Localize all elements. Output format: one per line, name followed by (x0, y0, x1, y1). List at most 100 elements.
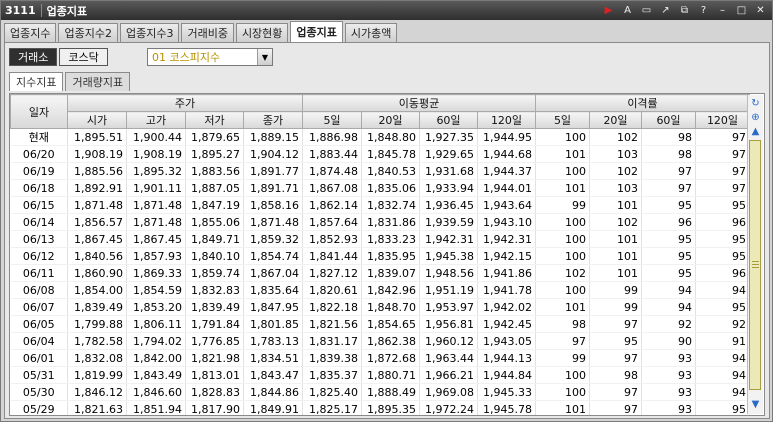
scroll-down-icon[interactable]: ▼ (749, 398, 762, 411)
table-row[interactable]: 06/08 1,854.00 1,854.59 1,832.83 1,835.64 1,8… (10, 281, 750, 299)
tab-sector-indicator[interactable]: 업종지표 (290, 21, 343, 42)
tab-volume-indicator[interactable]: 거래량지표 (65, 72, 131, 91)
value-cell: 90 (641, 332, 696, 350)
maximize-icon[interactable]: □ (734, 3, 749, 18)
value-cell: 1,832.83 (185, 281, 244, 299)
value-cell: 1,929.65 (419, 145, 478, 163)
value-cell: 92 (641, 315, 696, 333)
value-cell: 100 (535, 230, 590, 248)
value-cell: 1,948.56 (419, 264, 478, 282)
table-row[interactable]: 06/11 1,860.90 1,869.33 1,859.74 1,867.04 1,8… (10, 264, 750, 282)
col-close-header[interactable]: 종가 (243, 111, 303, 129)
table-row[interactable]: 06/14 1,856.57 1,871.48 1,855.06 1,871.48 1,8… (10, 213, 750, 231)
value-cell: 1,851.94 (126, 400, 186, 415)
table-row[interactable]: 06/12 1,840.56 1,857.93 1,840.10 1,854.74 1,8… (10, 247, 750, 265)
value-cell: 100 (535, 281, 590, 299)
date-cell: 06/07 (10, 298, 68, 316)
col-low-header[interactable]: 저가 (185, 111, 244, 129)
table-row[interactable]: 05/30 1,846.12 1,846.60 1,828.83 1,844.86 1,8… (10, 383, 750, 401)
table-row[interactable]: 06/15 1,871.48 1,871.48 1,847.19 1,858.16 1,8… (10, 196, 750, 214)
value-cell: 1,860.90 (67, 264, 127, 282)
value-cell: 97 (641, 162, 696, 180)
table-row[interactable]: 현재 1,895.51 1,900.44 1,879.65 1,889.15 1,886.… (10, 128, 750, 146)
col-high-header[interactable]: 고가 (126, 111, 186, 129)
chevron-down-icon[interactable]: ▼ (257, 49, 272, 65)
value-cell: 1,859.74 (185, 264, 244, 282)
font-icon[interactable]: A (620, 3, 635, 18)
tab-market-cap[interactable]: 시가총액 (344, 23, 398, 42)
indicator-table: 일자 주가 이동평균 이격률 시가 고가 저가 종가 5일 20일 60일 12… (10, 94, 750, 415)
value-cell: 99 (589, 298, 642, 316)
tab-sector-index-3[interactable]: 업종지수3 (119, 23, 180, 42)
value-cell: 1,895.51 (67, 128, 127, 146)
col-ma60-header[interactable]: 60일 (419, 111, 478, 129)
tab-sector-index-2[interactable]: 업종지수2 (58, 23, 118, 42)
value-cell: 1,799.88 (67, 315, 127, 333)
col-ma20-header[interactable]: 20일 (361, 111, 420, 129)
value-cell: 1,944.95 (477, 128, 536, 146)
value-cell: 101 (589, 264, 642, 282)
zoom-icon[interactable]: ⊕ (749, 111, 762, 124)
table-row[interactable]: 06/04 1,782.58 1,794.02 1,776.85 1,783.13 1,8… (10, 332, 750, 350)
tab-index-indicator[interactable]: 지수지표 (9, 72, 64, 91)
value-cell: 1,966.21 (419, 366, 478, 384)
memo-icon[interactable]: ▭ (639, 3, 654, 18)
value-cell: 95 (695, 400, 750, 415)
value-cell: 1,960.12 (419, 332, 478, 350)
table-row[interactable]: 06/20 1,908.19 1,908.19 1,895.27 1,904.12 1,8… (10, 145, 750, 163)
scrollbar-thumb[interactable] (749, 140, 761, 390)
table-row[interactable]: 06/05 1,799.88 1,806.11 1,791.84 1,801.85 1,8… (10, 315, 750, 333)
col-div20-header[interactable]: 20일 (589, 111, 642, 129)
tab-market-status[interactable]: 시장현황 (235, 23, 289, 42)
minimize-icon[interactable]: – (715, 3, 730, 18)
value-cell: 1,859.32 (243, 230, 303, 248)
tab-trade-share[interactable]: 거래비중 (181, 23, 234, 42)
table-row[interactable]: 06/01 1,832.08 1,842.00 1,821.98 1,834.51 1,8… (10, 349, 750, 367)
col-open-header[interactable]: 시가 (67, 111, 127, 129)
col-div120-header[interactable]: 120일 (695, 111, 750, 129)
date-header[interactable]: 일자 (10, 94, 68, 129)
value-cell: 1,821.63 (67, 400, 127, 415)
link-icon[interactable]: ↗ (658, 3, 673, 18)
value-cell: 1,835.95 (361, 247, 420, 265)
value-cell: 1,831.17 (302, 332, 362, 350)
table-row[interactable]: 06/19 1,885.56 1,895.32 1,883.56 1,891.77 1,8… (10, 162, 750, 180)
main-tab-bar: 업종지수 업종지수2 업종지수3 거래비중 시장현황 업종지표 시가총액 (4, 21, 399, 42)
value-cell: 92 (695, 315, 750, 333)
col-ma5-header[interactable]: 5일 (302, 111, 362, 129)
market-kospi-button[interactable]: 거래소 (9, 48, 58, 66)
table-row[interactable]: 05/31 1,819.99 1,843.49 1,813.01 1,843.47 1,8… (10, 366, 750, 384)
col-div60-header[interactable]: 60일 (641, 111, 696, 129)
play-icon[interactable]: ▶ (601, 3, 616, 18)
date-cell: 05/29 (10, 400, 68, 415)
col-ma120-header[interactable]: 120일 (477, 111, 536, 129)
value-cell: 1,827.12 (302, 264, 362, 282)
value-cell: 1,867.08 (302, 179, 362, 197)
refresh-icon[interactable]: ↻ (749, 97, 762, 110)
table-row[interactable]: 06/13 1,867.45 1,867.45 1,849.71 1,859.32 1,8… (10, 230, 750, 248)
value-cell: 1,801.85 (243, 315, 303, 333)
help-icon[interactable]: ? (696, 3, 711, 18)
value-cell: 103 (589, 179, 642, 197)
value-cell: 1,943.64 (477, 196, 536, 214)
vertical-scrollbar[interactable]: ↻ ⊕ ▲ ▼ (747, 95, 763, 414)
table-row[interactable]: 06/18 1,892.91 1,901.11 1,887.05 1,891.71 1,8… (10, 179, 750, 197)
table-row[interactable]: 06/07 1,839.49 1,853.20 1,839.49 1,847.95 1,8… (10, 298, 750, 316)
date-cell: 06/18 (10, 179, 68, 197)
date-cell: 06/04 (10, 332, 68, 350)
sector-select[interactable]: 01 코스피지수 ▼ (147, 48, 273, 66)
tab-sector-index[interactable]: 업종지수 (4, 23, 57, 42)
value-cell: 1,846.60 (126, 383, 186, 401)
restore-icon[interactable]: ⧉ (677, 3, 692, 18)
value-cell: 1,856.57 (67, 213, 127, 231)
value-cell: 102 (589, 213, 642, 231)
value-cell: 1,956.81 (419, 315, 478, 333)
market-kosdaq-button[interactable]: 코스닥 (59, 48, 108, 66)
col-div5-header[interactable]: 5일 (535, 111, 590, 129)
value-cell: 1,883.56 (185, 162, 244, 180)
close-icon[interactable]: ✕ (753, 3, 768, 18)
table-row[interactable]: 05/29 1,821.63 1,851.94 1,817.90 1,849.91 1,8… (10, 400, 750, 415)
value-cell: 1,945.33 (477, 383, 536, 401)
scroll-up-icon[interactable]: ▲ (749, 125, 762, 138)
value-cell: 1,869.33 (126, 264, 186, 282)
